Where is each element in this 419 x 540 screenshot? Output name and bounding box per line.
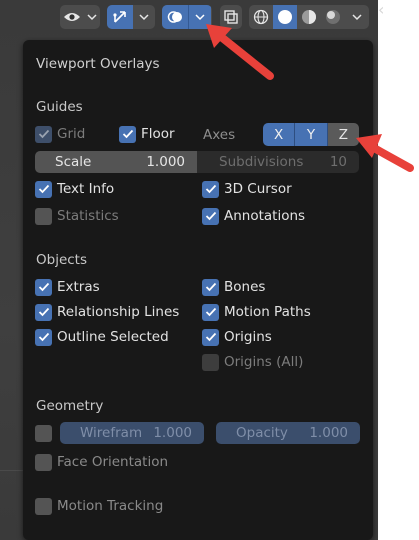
axis-x-toggle[interactable]: X: [263, 123, 296, 146]
text-info-label: Text Info: [57, 181, 115, 197]
checkbox[interactable]: [35, 303, 52, 321]
opacity-field[interactable]: Opacity 1.000: [216, 422, 360, 444]
grid-toggle[interactable]: Grid: [35, 124, 85, 144]
origins-toggle[interactable]: Origins: [202, 327, 272, 347]
viewport-header-toolbar: [0, 0, 378, 36]
scale-label: Scale: [55, 154, 92, 170]
relationship-lines-toggle[interactable]: Relationship Lines: [35, 302, 179, 322]
face-orientation-toggle[interactable]: Face Orientation: [35, 452, 168, 472]
axis-z-toggle[interactable]: Z: [327, 123, 359, 146]
chevron-left-icon[interactable]: ‹: [378, 0, 419, 540]
subdivisions-label: Subdivisions: [219, 154, 304, 170]
checkbox[interactable]: [35, 497, 52, 515]
checkbox[interactable]: [35, 207, 52, 225]
xray-icon[interactable]: [220, 5, 242, 29]
subdivisions-field[interactable]: Subdivisions 10: [197, 151, 359, 173]
face-orientation-label: Face Orientation: [57, 454, 169, 470]
checkbox[interactable]: [35, 180, 52, 198]
checkbox[interactable]: [202, 180, 219, 198]
annotations-label: Annotations: [224, 208, 306, 224]
chevron-down-icon[interactable]: [345, 5, 369, 29]
gizmo-toggle-group[interactable]: [107, 5, 155, 29]
chevron-down-icon[interactable]: [84, 5, 100, 29]
subdivisions-value: 10: [329, 154, 347, 170]
statistics-label: Statistics: [57, 208, 119, 224]
checkbox[interactable]: [202, 353, 219, 371]
scale-field[interactable]: Scale 1.000: [35, 151, 197, 173]
chevron-down-icon[interactable]: [133, 5, 155, 29]
overlays-toggle-group[interactable]: [162, 5, 212, 29]
checkbox[interactable]: [35, 125, 52, 143]
bones-toggle[interactable]: Bones: [202, 277, 265, 297]
floor-label: Floor: [141, 126, 175, 142]
grid-label: Grid: [57, 126, 86, 142]
shading-mode-group[interactable]: [249, 5, 369, 29]
eye-icon[interactable]: [60, 5, 84, 29]
wireframe-value: 1.000: [153, 425, 192, 441]
viewport-overlays-popover: Viewport Overlays Guides Grid Floor Axes…: [23, 40, 373, 540]
xray-toggle[interactable]: [220, 5, 242, 29]
3d-cursor-toggle[interactable]: 3D Cursor: [202, 179, 292, 199]
checkbox[interactable]: [202, 207, 219, 225]
overlays-icon[interactable]: [162, 5, 188, 29]
wireframe-toggle[interactable]: [35, 423, 57, 443]
extras-toggle[interactable]: Extras: [35, 277, 100, 297]
motion-paths-toggle[interactable]: Motion Paths: [202, 302, 311, 322]
3d-cursor-label: 3D Cursor: [224, 181, 292, 197]
chevron-down-icon[interactable]: [188, 5, 211, 29]
checkbox[interactable]: [119, 125, 136, 143]
origins-all-toggle[interactable]: Origins (All): [202, 352, 303, 372]
selectability-visibility-dropdown[interactable]: [60, 5, 100, 29]
checkbox[interactable]: [35, 278, 52, 296]
text-info-toggle[interactable]: Text Info: [35, 179, 114, 199]
checkbox[interactable]: [202, 303, 219, 321]
wireframe-shading-icon[interactable]: [249, 5, 273, 29]
checkbox[interactable]: [35, 328, 52, 346]
floor-toggle[interactable]: Floor: [119, 124, 175, 144]
outline-selected-label: Outline Selected: [57, 329, 169, 345]
axis-y-toggle[interactable]: Y: [295, 123, 328, 146]
statistics-toggle[interactable]: Statistics: [35, 206, 119, 226]
motion-paths-label: Motion Paths: [224, 304, 311, 320]
checkbox[interactable]: [35, 424, 52, 442]
rendered-shading-icon[interactable]: [321, 5, 345, 29]
geometry-heading: Geometry: [36, 398, 104, 414]
opacity-label: Opacity: [236, 425, 288, 441]
wireframe-field[interactable]: Wirefram 1.000: [60, 422, 204, 444]
relationship-lines-label: Relationship Lines: [57, 304, 180, 320]
origins-label: Origins: [224, 329, 272, 345]
guides-heading: Guides: [36, 99, 83, 115]
popover-title: Viewport Overlays: [36, 56, 160, 72]
origins-all-label: Origins (All): [224, 354, 304, 370]
scale-value: 1.000: [146, 154, 185, 170]
checkbox[interactable]: [202, 328, 219, 346]
opacity-value: 1.000: [309, 425, 348, 441]
objects-heading: Objects: [36, 252, 88, 268]
solid-shading-icon[interactable]: [273, 5, 297, 29]
bones-label: Bones: [224, 279, 266, 295]
gizmo-icon[interactable]: [107, 5, 133, 29]
checkbox[interactable]: [202, 278, 219, 296]
annotations-toggle[interactable]: Annotations: [202, 206, 305, 226]
axes-toggle-group[interactable]: X Y Z: [263, 123, 359, 146]
axes-label: Axes: [203, 127, 236, 143]
extras-label: Extras: [57, 279, 100, 295]
motion-tracking-label: Motion Tracking: [57, 498, 164, 514]
wireframe-label: Wirefram: [80, 425, 143, 441]
outline-selected-toggle[interactable]: Outline Selected: [35, 327, 169, 347]
motion-tracking-toggle[interactable]: Motion Tracking: [35, 496, 163, 516]
checkbox[interactable]: [35, 453, 52, 471]
material-shading-icon[interactable]: [297, 5, 321, 29]
